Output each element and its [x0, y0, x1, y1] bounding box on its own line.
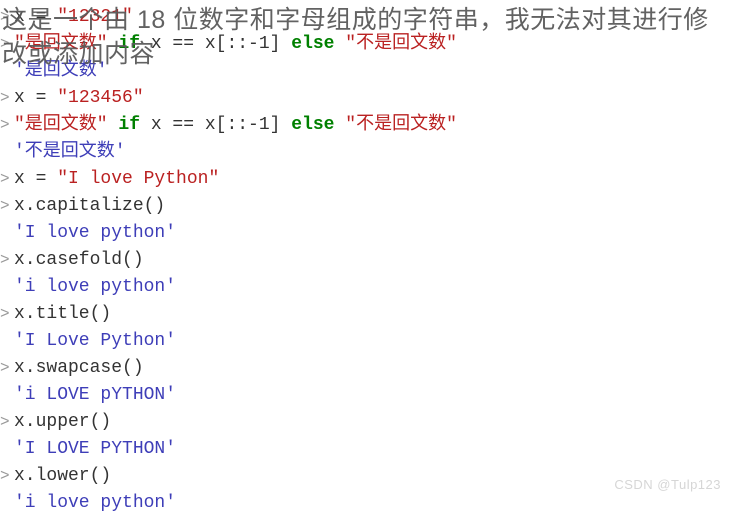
output-token: '不是回文数': [14, 142, 126, 162]
code-token: x.swapcase(): [14, 358, 144, 378]
repl-output-line: 'i love python': [0, 490, 457, 517]
code-token: x.casefold(): [14, 250, 144, 270]
keyword-token: else: [291, 115, 334, 135]
string-token: "I love Python": [57, 169, 219, 189]
repl-output-line: '是回文数': [0, 58, 457, 85]
prompt-icon: [0, 437, 14, 461]
code-token: [334, 34, 345, 54]
line-content: x = "123456": [14, 85, 144, 112]
repl-input-line: >x.upper(): [0, 409, 457, 436]
output-token: 'I Love Python': [14, 331, 176, 351]
string-token: "123456": [57, 88, 143, 108]
prompt-icon: >: [0, 32, 14, 56]
repl-input-line: >x.capitalize(): [0, 193, 457, 220]
repl-input-line: >x = "12321": [0, 4, 457, 31]
code-token: x == x[::-1]: [140, 115, 291, 135]
line-content: 'I love python': [14, 220, 176, 247]
repl-input-line: >"是回文数" if x == x[::-1] else "不是回文数": [0, 112, 457, 139]
prompt-icon: >: [0, 113, 14, 137]
line-content: 'I LOVE PYTHON': [14, 436, 176, 463]
string-token: "12321": [57, 7, 133, 27]
prompt-icon: >: [0, 167, 14, 191]
prompt-icon: [0, 140, 14, 164]
line-content: 'i love python': [14, 274, 176, 301]
output-token: 'i love python': [14, 493, 176, 513]
line-content: '是回文数': [14, 58, 108, 85]
output-token: '是回文数': [14, 61, 108, 81]
code-token: [334, 115, 345, 135]
line-content: 'i LOVE pYTHON': [14, 382, 176, 409]
repl-output-line: '不是回文数': [0, 139, 457, 166]
prompt-icon: >: [0, 248, 14, 272]
line-content: 'i love python': [14, 490, 176, 517]
repl-output-line: 'i love python': [0, 274, 457, 301]
prompt-icon: [0, 383, 14, 407]
code-token: x =: [14, 169, 57, 189]
code-token: x =: [14, 88, 57, 108]
repl-input-line: >x.lower(): [0, 463, 457, 490]
output-token: 'I LOVE PYTHON': [14, 439, 176, 459]
line-content: x.upper(): [14, 409, 111, 436]
code-token: x.upper(): [14, 412, 111, 432]
line-content: x.title(): [14, 301, 111, 328]
prompt-icon: >: [0, 5, 14, 29]
line-content: '不是回文数': [14, 139, 126, 166]
prompt-icon: [0, 275, 14, 299]
prompt-icon: >: [0, 302, 14, 326]
code-token: x == x[::-1]: [140, 34, 291, 54]
prompt-icon: >: [0, 410, 14, 434]
string-token: "不是回文数": [345, 34, 457, 54]
code-token: x.lower(): [14, 466, 111, 486]
prompt-icon: [0, 59, 14, 83]
line-content: x.lower(): [14, 463, 111, 490]
code-token: [108, 34, 119, 54]
prompt-icon: [0, 329, 14, 353]
code-token: [108, 115, 119, 135]
keyword-token: if: [118, 115, 140, 135]
string-token: "不是回文数": [345, 115, 457, 135]
repl-output-line: 'i LOVE pYTHON': [0, 382, 457, 409]
code-token: x.capitalize(): [14, 196, 165, 216]
line-content: x.swapcase(): [14, 355, 144, 382]
repl-input-line: >x = "I love Python": [0, 166, 457, 193]
prompt-icon: [0, 491, 14, 515]
repl-output-line: 'I LOVE PYTHON': [0, 436, 457, 463]
keyword-token: else: [291, 34, 334, 54]
code-token: x.title(): [14, 304, 111, 324]
repl-input-line: >x = "123456": [0, 85, 457, 112]
line-content: "是回文数" if x == x[::-1] else "不是回文数": [14, 31, 457, 58]
line-content: x = "12321": [14, 4, 133, 31]
string-token: "是回文数": [14, 34, 108, 54]
line-content: x = "I love Python": [14, 166, 219, 193]
repl-console: >x = "12321">"是回文数" if x == x[::-1] else…: [0, 0, 457, 521]
string-token: "是回文数": [14, 115, 108, 135]
output-token: 'i love python': [14, 277, 176, 297]
repl-input-line: >x.casefold(): [0, 247, 457, 274]
repl-input-line: >"是回文数" if x == x[::-1] else "不是回文数": [0, 31, 457, 58]
repl-output-line: 'I Love Python': [0, 328, 457, 355]
line-content: x.capitalize(): [14, 193, 165, 220]
prompt-icon: [0, 221, 14, 245]
line-content: x.casefold(): [14, 247, 144, 274]
repl-input-line: >x.swapcase(): [0, 355, 457, 382]
line-content: 'I Love Python': [14, 328, 176, 355]
output-token: 'i LOVE pYTHON': [14, 385, 176, 405]
repl-input-line: >x.title(): [0, 301, 457, 328]
code-token: x =: [14, 7, 57, 27]
output-token: 'I love python': [14, 223, 176, 243]
watermark: CSDN @Tulp123: [614, 475, 721, 495]
line-content: "是回文数" if x == x[::-1] else "不是回文数": [14, 112, 457, 139]
keyword-token: if: [118, 34, 140, 54]
prompt-icon: >: [0, 194, 14, 218]
prompt-icon: >: [0, 356, 14, 380]
repl-output-line: 'I love python': [0, 220, 457, 247]
prompt-icon: >: [0, 464, 14, 488]
prompt-icon: >: [0, 86, 14, 110]
